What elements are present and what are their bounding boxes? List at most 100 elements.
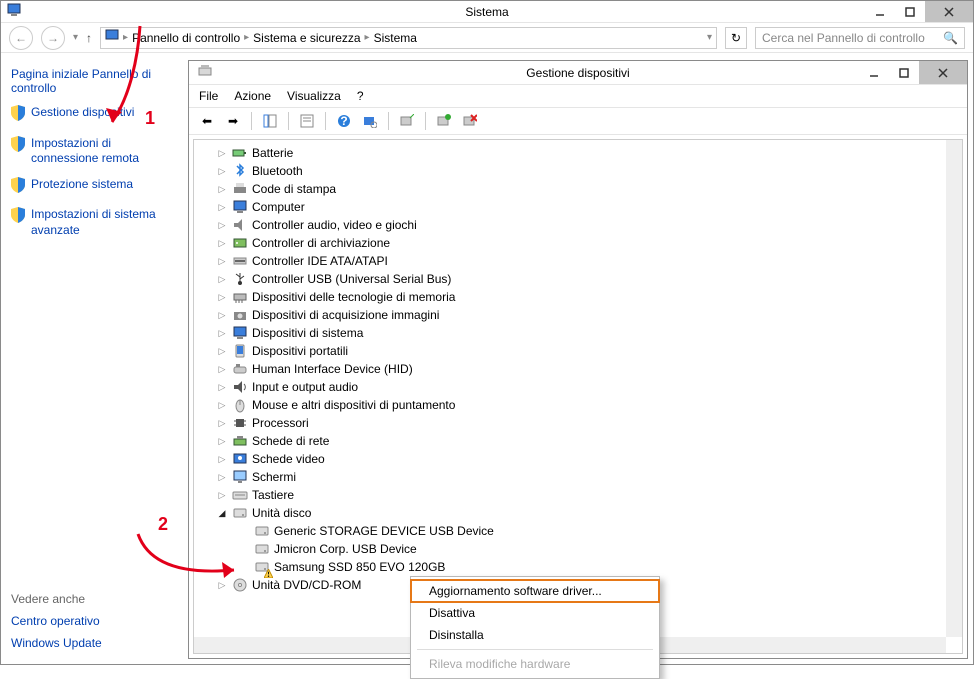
expand-icon[interactable]: ▷ xyxy=(216,165,228,177)
expand-icon[interactable]: ▷ xyxy=(216,579,228,591)
tree-category[interactable]: ▷Controller di archiviazione xyxy=(198,234,958,252)
tree-category[interactable]: ▷Dispositivi delle tecnologie di memoria xyxy=(198,288,958,306)
tree-category[interactable]: ▷Controller audio, video e giochi xyxy=(198,216,958,234)
forward-button[interactable]: → xyxy=(41,26,65,50)
tree-category[interactable]: ▷Processori xyxy=(198,414,958,432)
expand-icon[interactable]: ▷ xyxy=(216,471,228,483)
tree-label: Unità DVD/CD-ROM xyxy=(252,578,361,592)
tree-category[interactable]: ▷Schermi xyxy=(198,468,958,486)
menu-visualizza[interactable]: Visualizza xyxy=(287,89,341,103)
expand-icon[interactable]: ▷ xyxy=(216,309,228,321)
expand-icon[interactable]: ▷ xyxy=(216,363,228,375)
sidebar-link-gestione-dispositivi[interactable]: Gestione dispositivi xyxy=(11,105,177,126)
tree-category[interactable]: ▷Mouse e altri dispositivi di puntamento xyxy=(198,396,958,414)
expand-icon[interactable]: ▷ xyxy=(216,237,228,249)
breadcrumb-seg[interactable]: Sistema xyxy=(374,31,417,45)
navbar: ← → ▾ ↑ ▸ Pannello di controllo▸ Sistema… xyxy=(1,23,973,53)
collapse-icon[interactable]: ◢ xyxy=(216,507,228,519)
toolbar-separator xyxy=(388,112,389,130)
tree-category[interactable]: ▷Dispositivi portatili xyxy=(198,342,958,360)
tree-category[interactable]: ▷Code di stampa xyxy=(198,180,958,198)
ctx-scan-hardware[interactable]: Rileva modifiche hardware xyxy=(411,653,659,675)
expand-icon[interactable]: ▷ xyxy=(216,183,228,195)
tree-category[interactable]: ▷Dispositivi di acquisizione immagini xyxy=(198,306,958,324)
sidebar-item-label: Impostazioni di connessione remota xyxy=(31,136,177,167)
expand-icon[interactable]: ▷ xyxy=(216,489,228,501)
ctx-update-driver[interactable]: Aggiornamento software driver... xyxy=(411,580,659,602)
see-also-link[interactable]: Windows Update xyxy=(11,636,177,650)
devmgr-maximize-button[interactable] xyxy=(889,61,919,84)
refresh-button[interactable]: ↻ xyxy=(725,27,747,49)
back-button[interactable]: ← xyxy=(9,26,33,50)
ctx-uninstall[interactable]: Disinstalla xyxy=(411,624,659,646)
toolbar-forward-button[interactable]: ➡ xyxy=(223,111,243,131)
see-also-header: Vedere anche xyxy=(11,592,177,606)
breadcrumb-seg[interactable]: Sistema e sicurezza xyxy=(253,31,360,45)
toolbar-disable-button[interactable] xyxy=(460,111,480,131)
expand-icon[interactable]: ▷ xyxy=(216,381,228,393)
breadcrumb-drop-icon[interactable]: ▾ xyxy=(707,32,712,43)
expand-icon[interactable]: ▷ xyxy=(216,291,228,303)
search-input[interactable]: Cerca nel Pannello di controllo 🔍 xyxy=(755,27,965,49)
expand-icon[interactable]: ▷ xyxy=(216,399,228,411)
see-also-link[interactable]: Centro operativo xyxy=(11,614,177,628)
tree-device[interactable]: Generic STORAGE DEVICE USB Device xyxy=(198,522,958,540)
tree-category[interactable]: ▷Input e output audio xyxy=(198,378,958,396)
expand-icon[interactable]: ▷ xyxy=(216,345,228,357)
maximize-button[interactable] xyxy=(895,1,925,22)
expand-icon[interactable]: ▷ xyxy=(216,417,228,429)
expand-icon[interactable]: ▷ xyxy=(216,147,228,159)
tree-label: Jmicron Corp. USB Device xyxy=(274,542,417,556)
tree-category[interactable]: ▷Schede video xyxy=(198,450,958,468)
devmgr-close-button[interactable] xyxy=(919,61,967,84)
toolbar-help-button[interactable]: ? xyxy=(334,111,354,131)
menu-azione[interactable]: Azione xyxy=(234,89,271,103)
tree-category[interactable]: ▷Computer xyxy=(198,198,958,216)
toolbar-update-driver-button[interactable] xyxy=(397,111,417,131)
sidebar-link-connessione-remota[interactable]: Impostazioni di connessione remota xyxy=(11,136,177,167)
shield-icon xyxy=(11,136,25,157)
expand-icon[interactable]: ▷ xyxy=(216,327,228,339)
sidebar-link-protezione-sistema[interactable]: Protezione sistema xyxy=(11,177,177,198)
tree-category[interactable]: ▷Schede di rete xyxy=(198,432,958,450)
sidebar-home-link[interactable]: Pagina iniziale Pannello di controllo xyxy=(11,67,177,95)
recent-dropdown-icon[interactable]: ▾ xyxy=(73,32,78,43)
sidebar-link-impostazioni-avanzate[interactable]: Impostazioni di sistema avanzate xyxy=(11,207,177,238)
expand-icon[interactable]: ▷ xyxy=(216,255,228,267)
expand-icon[interactable]: ▷ xyxy=(216,219,228,231)
tree-category[interactable]: ▷Controller USB (Universal Serial Bus) xyxy=(198,270,958,288)
usb-icon xyxy=(232,271,248,287)
tree-category-disk[interactable]: ◢Unità disco xyxy=(198,504,958,522)
tree-device[interactable]: Samsung SSD 850 EVO 120GB xyxy=(198,558,958,576)
toolbar-back-button[interactable]: ⬅ xyxy=(197,111,217,131)
expand-icon[interactable]: ▷ xyxy=(216,453,228,465)
vertical-scrollbar[interactable] xyxy=(946,140,962,637)
breadcrumb-seg[interactable]: Pannello di controllo xyxy=(132,31,240,45)
up-button[interactable]: ↑ xyxy=(86,31,92,45)
menu-help[interactable]: ? xyxy=(357,89,364,103)
tree-category[interactable]: ▷Dispositivi di sistema xyxy=(198,324,958,342)
toolbar-properties-button[interactable] xyxy=(297,111,317,131)
menu-file[interactable]: File xyxy=(199,89,218,103)
toolbar-show-hide-tree-button[interactable] xyxy=(260,111,280,131)
expand-icon[interactable]: ▷ xyxy=(216,201,228,213)
keyboard-icon xyxy=(232,487,248,503)
tree-category[interactable]: ▷Tastiere xyxy=(198,486,958,504)
toolbar-separator xyxy=(288,112,289,130)
toolbar-scan-button[interactable] xyxy=(360,111,380,131)
ctx-disable[interactable]: Disattiva xyxy=(411,602,659,624)
devmgr-minimize-button[interactable] xyxy=(859,61,889,84)
toolbar-uninstall-button[interactable] xyxy=(434,111,454,131)
breadcrumb[interactable]: ▸ Pannello di controllo▸ Sistema e sicur… xyxy=(100,27,717,49)
tree-category[interactable]: ▷Bluetooth xyxy=(198,162,958,180)
tree-category[interactable]: ▷Batterie xyxy=(198,144,958,162)
mouse-icon xyxy=(232,397,248,413)
minimize-button[interactable] xyxy=(865,1,895,22)
expand-icon[interactable]: ▷ xyxy=(216,273,228,285)
tree-device[interactable]: Jmicron Corp. USB Device xyxy=(198,540,958,558)
expand-icon[interactable]: ▷ xyxy=(216,435,228,447)
tree-category[interactable]: ▷Human Interface Device (HID) xyxy=(198,360,958,378)
tree-category[interactable]: ▷Controller IDE ATA/ATAPI xyxy=(198,252,958,270)
close-button[interactable] xyxy=(925,1,973,22)
cpu-icon xyxy=(232,415,248,431)
